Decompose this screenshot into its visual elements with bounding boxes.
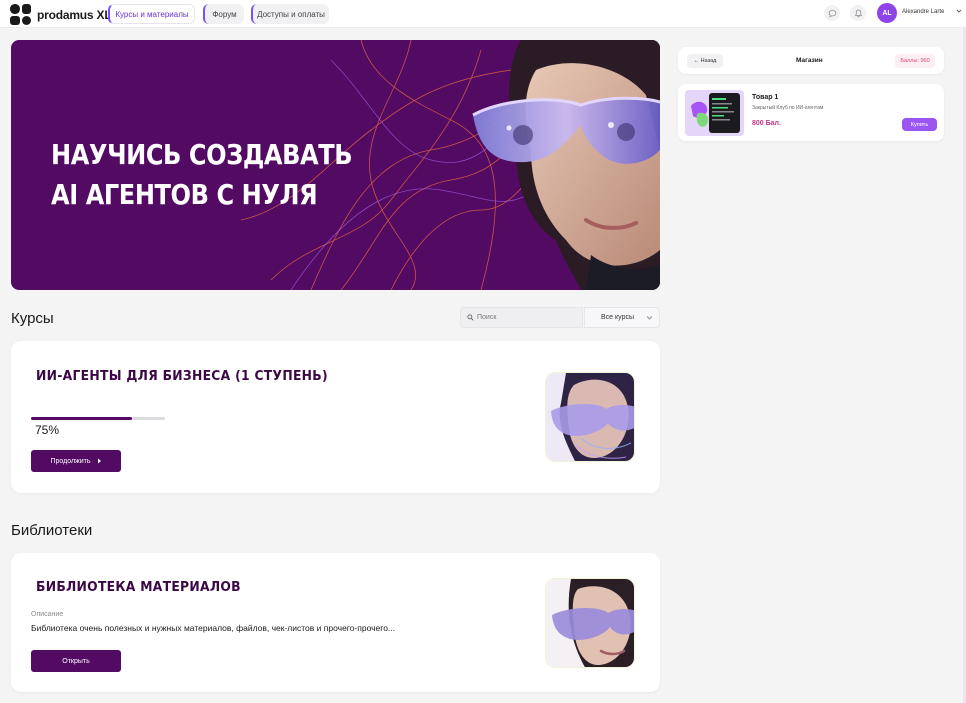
- library-card[interactable]: БИБЛИОТЕКА МАТЕРИАЛОВ Описание Библиотек…: [11, 553, 660, 692]
- open-button-label: Открыть: [62, 657, 90, 665]
- shop-title: Магазин: [796, 57, 823, 64]
- logo-text: prodamus XL: [37, 7, 112, 22]
- search-input[interactable]: [477, 314, 577, 321]
- course-thumbnail-image: [545, 372, 635, 462]
- product-price: 800 Бал.: [752, 120, 781, 127]
- course-title: ИИ-АГЕНТЫ ДЛЯ БИЗНЕСА (1 СТУПЕНЬ): [36, 369, 328, 384]
- tab-courses-and-materials[interactable]: Курсы и материалы: [108, 4, 195, 24]
- hero-portrait-image: [472, 40, 660, 290]
- libraries-section-title: Библиотеки: [11, 522, 93, 539]
- shop-header: ← Назад Магазин Баллы: 960: [678, 47, 944, 74]
- top-navigation-bar: prodamus XL Курсы и материалы Форум Дост…: [0, 0, 966, 28]
- back-button[interactable]: ← Назад: [687, 54, 723, 68]
- chat-icon[interactable]: [824, 5, 840, 21]
- courses-filter-value: Все курсы: [601, 314, 634, 321]
- chevron-down-icon[interactable]: [956, 8, 962, 14]
- open-button[interactable]: Открыть: [31, 650, 121, 672]
- buy-button[interactable]: Купить: [902, 118, 937, 131]
- continue-button[interactable]: Продолжить: [31, 450, 121, 472]
- search-field[interactable]: [460, 307, 583, 328]
- library-description-label: Описание: [31, 611, 64, 618]
- avatar[interactable]: AL: [877, 3, 897, 23]
- tab-forum[interactable]: Форум: [203, 4, 244, 24]
- product-name[interactable]: Товар 1: [752, 94, 778, 101]
- hero-title-line2: AI АГЕНТОВ С НУЛЯ: [51, 178, 318, 211]
- search-icon: [467, 314, 474, 321]
- course-progress-bar: [31, 417, 165, 420]
- course-progress-fill: [31, 417, 132, 420]
- chevron-right-icon: [97, 458, 101, 464]
- courses-section-title: Курсы: [11, 310, 54, 327]
- library-description: Библиотека очень полезных и нужных матер…: [31, 623, 396, 633]
- tab-access-and-payments[interactable]: Доступы и оплаты: [251, 4, 329, 24]
- product-card[interactable]: Товар 1 Закрытый Клуб по ИИ-агентам 800 …: [678, 84, 944, 141]
- courses-filter-select[interactable]: Все курсы: [584, 307, 660, 328]
- prodamus-logo-icon: [10, 4, 31, 25]
- product-thumbnail-image: [685, 90, 744, 136]
- hero-title-line1: НАУЧИСЬ СОЗДАВАТЬ: [51, 138, 353, 171]
- course-progress-label: 75%: [35, 423, 60, 437]
- chevron-down-icon: [646, 316, 653, 320]
- product-description: Закрытый Клуб по ИИ-агентам: [752, 105, 824, 111]
- library-title: БИБЛИОТЕКА МАТЕРИАЛОВ: [36, 580, 241, 595]
- continue-button-label: Продолжить: [50, 457, 91, 465]
- user-name[interactable]: Alexandre Larte: [902, 9, 944, 15]
- course-card[interactable]: ИИ-АГЕНТЫ ДЛЯ БИЗНЕСА (1 СТУПЕНЬ) 75% Пр…: [11, 341, 660, 493]
- hero-banner[interactable]: НАУЧИСЬ СОЗДАВАТЬ AI АГЕНТОВ С НУЛЯ: [11, 40, 660, 290]
- bell-icon[interactable]: [850, 5, 866, 21]
- logo[interactable]: prodamus XL: [10, 4, 112, 25]
- points-badge: Баллы: 960: [895, 54, 935, 68]
- library-thumbnail-image: [545, 578, 635, 668]
- hero-title: НАУЧИСЬ СОЗДАВАТЬ AI АГЕНТОВ С НУЛЯ: [51, 135, 353, 215]
